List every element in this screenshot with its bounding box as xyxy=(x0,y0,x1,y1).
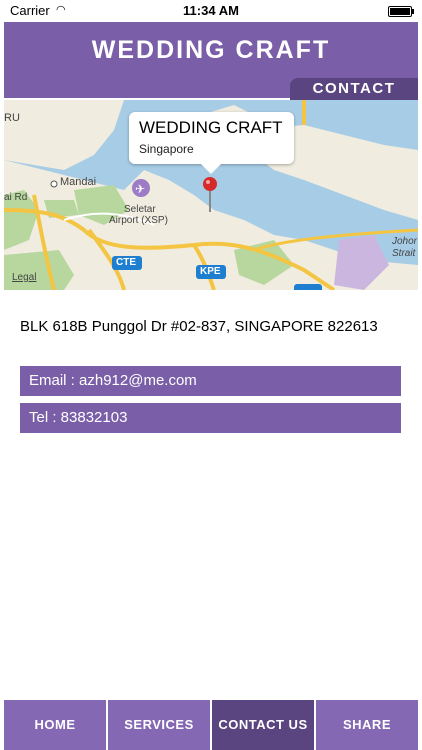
address-text: BLK 618B Punggol Dr #02-837, SINGAPORE 8… xyxy=(20,318,378,335)
callout-title: WEDDING CRAFT xyxy=(139,118,283,137)
nav-contact-us-button[interactable]: CONTACT US xyxy=(212,700,314,750)
road-badge-kpe: KPE xyxy=(200,266,221,277)
app-title: WEDDING CRAFT xyxy=(91,36,331,64)
svg-text:✈: ✈ xyxy=(135,182,145,196)
nav-share-button[interactable]: SHARE xyxy=(316,700,418,750)
battery-icon xyxy=(388,6,414,17)
bottom-nav: HOME SERVICES CONTACT US SHARE xyxy=(4,700,418,750)
map-callout[interactable]: WEDDING CRAFT Singapore xyxy=(129,112,294,174)
map-label-johor: Johor xyxy=(392,236,418,247)
map-label-ai-rd: ai Rd xyxy=(4,192,28,203)
map-label-ru: RU xyxy=(4,112,20,124)
map-label-strait: Strait xyxy=(392,248,416,259)
phone-button[interactable]: Tel : 83832103 xyxy=(20,403,401,433)
road-badge-cte: CTE xyxy=(116,257,136,268)
email-button[interactable]: Email : azh912@me.com xyxy=(20,366,401,396)
nav-home-button[interactable]: HOME xyxy=(4,700,106,750)
map-label-airport: Airport (XSP) xyxy=(109,215,168,226)
location-map[interactable]: ✈ RU Mandai ai Rd Seletar Airport (XSP) … xyxy=(4,100,418,290)
app-screen: Carrier ◠ 11:34 AM WEDDING CRAFT CONTACT xyxy=(4,0,418,750)
status-bar: Carrier ◠ 11:34 AM xyxy=(4,0,418,22)
status-time: 11:34 AM xyxy=(183,3,239,18)
callout-subtitle: Singapore xyxy=(139,142,194,156)
app-header: WEDDING CRAFT CONTACT xyxy=(4,22,418,100)
map-legal-link[interactable]: Legal xyxy=(12,272,36,283)
section-tab-contact: CONTACT xyxy=(290,78,418,100)
nav-services-button[interactable]: SERVICES xyxy=(108,700,210,750)
map-label-seletar: Seletar xyxy=(124,204,156,215)
map-label-mandai: Mandai xyxy=(60,176,97,188)
